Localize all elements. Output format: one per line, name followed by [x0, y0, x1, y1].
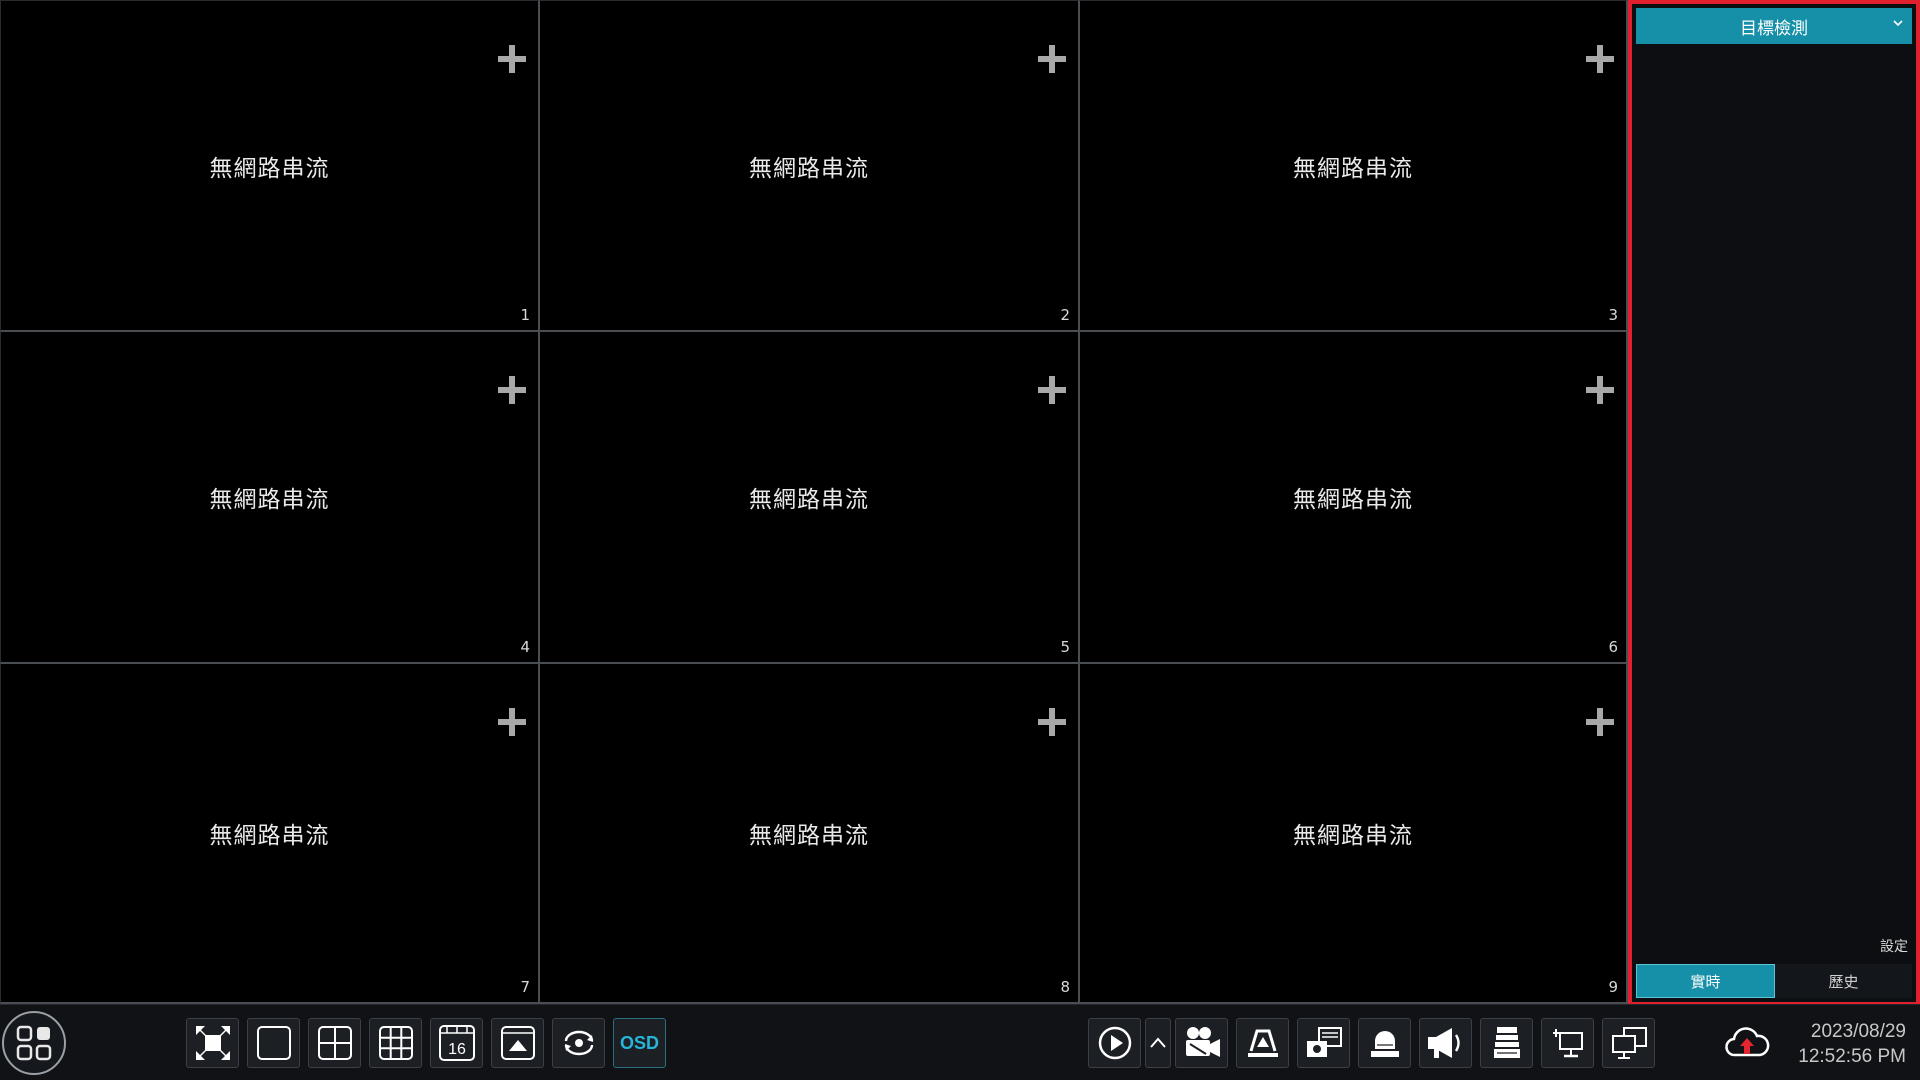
sixteen-view-button[interactable]: 16	[430, 1018, 483, 1068]
tab-history[interactable]: 歷史	[1775, 964, 1912, 998]
panel-settings-link[interactable]: 設定	[1880, 936, 1908, 956]
audio-broadcast-button[interactable]	[1419, 1018, 1472, 1068]
channel-7-cell[interactable]: 無網路串流 7	[0, 664, 540, 1004]
no-stream-text: 無網路串流	[1293, 487, 1413, 513]
channel-9-cell[interactable]: 無網路串流 9	[1080, 664, 1628, 1004]
snapshot-icon	[1247, 1029, 1278, 1057]
record-button[interactable]	[1175, 1018, 1228, 1068]
single-view-button[interactable]	[247, 1018, 300, 1068]
channel-number: 3	[1608, 306, 1618, 324]
tab-realtime[interactable]: 實時	[1636, 964, 1775, 998]
add-camera-icon[interactable]	[1586, 708, 1614, 736]
disk-icon	[1493, 1027, 1520, 1058]
channel-6-cell[interactable]: 無網路串流 6	[1080, 332, 1628, 664]
e-zoom-button[interactable]	[1297, 1018, 1350, 1068]
channel-number: 7	[520, 978, 530, 996]
add-camera-icon[interactable]	[498, 376, 526, 404]
cloud-upgrade-button[interactable]	[1722, 1021, 1772, 1065]
clock-date: 2023/08/29	[1810, 1021, 1906, 1042]
playback-icon	[1098, 1026, 1131, 1060]
alarm-light-button[interactable]	[1358, 1018, 1411, 1068]
quad-view-button[interactable]	[308, 1018, 361, 1068]
channel-number: 4	[520, 638, 530, 656]
expand-up-button[interactable]	[1145, 1018, 1171, 1068]
network-button[interactable]	[1541, 1018, 1594, 1068]
no-stream-text: 無網路串流	[749, 487, 869, 513]
channel-number: 2	[1060, 306, 1070, 324]
display-output-icon	[1611, 1027, 1647, 1059]
system-clock: 2023/08/29 12:52:56 PM	[1798, 1019, 1906, 1069]
network-icon	[1552, 1029, 1583, 1058]
add-camera-icon[interactable]	[1038, 708, 1066, 736]
osd-button[interactable]: OSD	[613, 1018, 666, 1068]
add-camera-icon[interactable]	[1586, 45, 1614, 73]
clock-time: 12:52:56 PM	[1798, 1046, 1906, 1067]
channel-8-cell[interactable]: 無網路串流 8	[540, 664, 1080, 1004]
chevron-down-icon	[1893, 20, 1903, 27]
nine-view-button[interactable]	[369, 1018, 422, 1068]
pip-view-button[interactable]	[491, 1018, 544, 1068]
e-zoom-icon	[1306, 1027, 1342, 1057]
no-stream-text: 無網路串流	[209, 487, 330, 513]
snapshot-button[interactable]	[1236, 1018, 1289, 1068]
add-camera-icon[interactable]	[1038, 45, 1066, 73]
add-camera-icon[interactable]	[498, 708, 526, 736]
disk-button[interactable]	[1480, 1018, 1533, 1068]
main-menu-button[interactable]	[2, 1011, 66, 1075]
bottom-toolbar: 16 OSD 2023/08/29 12:52:56 PM	[0, 1004, 1920, 1080]
panel-title: 目標檢測	[1740, 18, 1808, 39]
sequence-icon	[564, 1030, 593, 1056]
fullscreen-button[interactable]	[186, 1018, 239, 1068]
no-stream-text: 無網路串流	[1293, 823, 1413, 849]
channel-number: 1	[520, 306, 530, 324]
add-camera-icon[interactable]	[498, 45, 526, 73]
sixteen-view-icon: 16	[438, 1025, 475, 1061]
no-stream-text: 無網路串流	[1293, 155, 1413, 182]
channel-number: 8	[1060, 978, 1070, 996]
nine-view-icon	[378, 1026, 413, 1060]
no-stream-text: 無網路串流	[749, 155, 869, 182]
audio-broadcast-icon	[1427, 1028, 1460, 1058]
no-stream-text: 無網路串流	[749, 823, 869, 849]
no-stream-text: 無網路串流	[209, 155, 330, 182]
cloud-upgrade-icon	[1725, 1027, 1770, 1057]
quad-view-icon	[317, 1026, 352, 1060]
single-view-icon	[256, 1026, 291, 1060]
channel-number: 6	[1608, 638, 1618, 656]
channel-2-cell[interactable]: 無網路串流 2	[540, 0, 1080, 332]
sixteen-label: 16	[448, 1041, 466, 1058]
main-menu-icon	[16, 1025, 52, 1061]
add-camera-icon[interactable]	[1038, 376, 1066, 404]
pip-view-icon	[500, 1026, 535, 1060]
expand-up-icon	[1150, 1037, 1166, 1048]
add-camera-icon[interactable]	[1586, 376, 1614, 404]
record-icon	[1185, 1027, 1220, 1057]
playback-button[interactable]	[1088, 1018, 1141, 1068]
panel-header-dropdown[interactable]: 目標檢測	[1636, 8, 1912, 44]
target-detection-panel: 目標檢測 設定 實時 歷史	[1628, 0, 1920, 1006]
video-grid: 無網路串流 1 無網路串流 2 無網路串流 3 無網路串流 4 無網路串流 5 …	[0, 0, 1628, 1004]
sequence-button[interactable]	[552, 1018, 605, 1068]
no-stream-text: 無網路串流	[209, 823, 330, 849]
channel-number: 5	[1060, 638, 1070, 656]
fullscreen-icon	[195, 1026, 230, 1060]
display-output-button[interactable]	[1602, 1018, 1655, 1068]
channel-5-cell[interactable]: 無網路串流 5	[540, 332, 1080, 664]
channel-1-cell[interactable]: 無網路串流 1	[0, 0, 540, 332]
panel-tabs: 實時 歷史	[1636, 964, 1912, 998]
alarm-light-icon	[1370, 1031, 1399, 1057]
channel-4-cell[interactable]: 無網路串流 4	[0, 332, 540, 664]
channel-number: 9	[1608, 978, 1618, 996]
channel-3-cell[interactable]: 無網路串流 3	[1080, 0, 1628, 332]
